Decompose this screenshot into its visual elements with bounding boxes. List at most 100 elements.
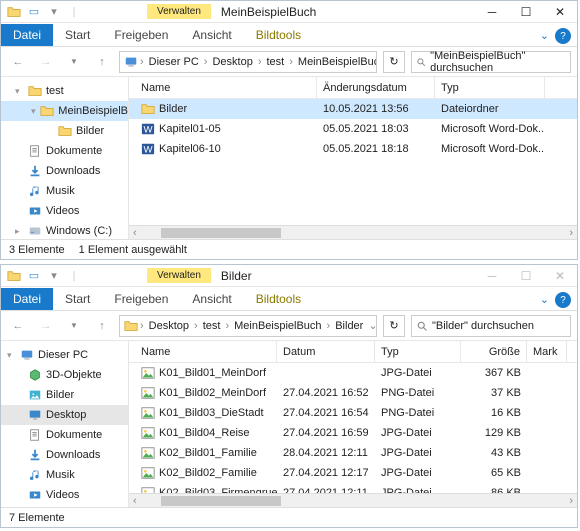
ribbon-expand-icon[interactable]: ⌄ — [534, 289, 555, 310]
search-box[interactable]: "Bilder" durchsuchen — [411, 315, 571, 337]
breadcrumb-dropdown-icon[interactable]: ⌄ — [368, 319, 377, 332]
ribbon-tab-start[interactable]: Start — [53, 24, 102, 46]
breadcrumb-segment[interactable]: Dieser PC — [146, 56, 202, 68]
titlebar[interactable]: ▭ ▾ | Verwalten MeinBeispielBuch ─ ☐ ✕ — [1, 1, 577, 23]
nav-item[interactable]: Bilder — [1, 121, 128, 141]
nav-forward-button[interactable]: → — [35, 51, 57, 73]
file-row[interactable]: K02_Bild02_Familie27.04.2021 12:17JPG-Da… — [129, 463, 577, 483]
ribbon-tab-share[interactable]: Freigeben — [102, 24, 180, 46]
breadcrumb-segment[interactable]: MeinBeispielBuch — [295, 56, 377, 68]
ribbon-tab-view[interactable]: Ansicht — [180, 24, 243, 46]
help-icon[interactable]: ? — [555, 292, 571, 308]
qat-properties-icon[interactable]: ▭ — [25, 267, 43, 285]
breadcrumb-bar[interactable]: › Desktop› test› MeinBeispielBuch› Bilde… — [119, 315, 377, 337]
nav-item-label: Dieser PC — [38, 349, 88, 361]
nav-item[interactable]: ▾MeinBeispielB — [1, 101, 128, 121]
nav-forward-button[interactable]: → — [35, 315, 57, 337]
expand-icon[interactable]: ▾ — [7, 350, 16, 361]
nav-item[interactable]: Musik — [1, 465, 128, 485]
breadcrumb-segment[interactable]: Desktop — [209, 56, 255, 68]
qat-dropdown-icon[interactable]: ▾ — [45, 267, 63, 285]
nav-item[interactable]: Desktop — [1, 405, 128, 425]
breadcrumb-segment[interactable]: Desktop — [146, 320, 192, 332]
file-list-pane: Name Datum Typ Größe Mark K01_Bild01_Mei… — [129, 341, 577, 507]
explorer-window-1: ▭ ▾ | Verwalten MeinBeispielBuch ─ ☐ ✕ D… — [0, 0, 578, 260]
ribbon-tab-share[interactable]: Freigeben — [102, 288, 180, 310]
file-row[interactable]: K02_Bild01_Familie28.04.2021 12:11JPG-Da… — [129, 443, 577, 463]
nav-back-button[interactable]: ← — [7, 51, 29, 73]
nav-item[interactable]: ▾ Dieser PC — [1, 345, 128, 365]
expand-icon[interactable]: ▾ — [31, 106, 36, 117]
file-date: 05.05.2021 18:18 — [317, 143, 435, 155]
ribbon-expand-icon[interactable]: ⌄ — [534, 25, 555, 46]
file-row[interactable]: Kapitel01-0505.05.2021 18:03Microsoft Wo… — [129, 119, 577, 139]
nav-item[interactable]: ▸Windows (C:) — [1, 505, 128, 507]
close-button[interactable]: ✕ — [543, 1, 577, 23]
nav-item[interactable]: Dokumente — [1, 141, 128, 161]
nav-item[interactable]: Dokumente — [1, 425, 128, 445]
nav-item[interactable]: 3D-Objekte — [1, 365, 128, 385]
col-date: Änderungsdatum — [317, 77, 435, 98]
breadcrumb-segment[interactable]: Bilder — [332, 320, 366, 332]
expand-icon[interactable]: ▸ — [15, 226, 24, 237]
contextual-tab-label: Verwalten — [147, 4, 211, 19]
qat-dropdown-icon[interactable]: ▾ — [45, 3, 63, 21]
qat-properties-icon[interactable]: ▭ — [25, 3, 43, 21]
nav-tree[interactable]: ▾test▾MeinBeispielBBilderDokumenteDownlo… — [1, 77, 129, 239]
file-row[interactable]: Bilder10.05.2021 13:56Dateiordner — [129, 99, 577, 119]
file-row[interactable]: Kapitel06-1005.05.2021 18:18Microsoft Wo… — [129, 139, 577, 159]
file-row[interactable]: K02_Bild03_Firmengrue...27.04.2021 12:11… — [129, 483, 577, 493]
nav-back-button[interactable]: ← — [7, 315, 29, 337]
file-date: 27.04.2021 16:54 — [277, 407, 375, 419]
nav-recent-dropdown[interactable]: ▼ — [63, 315, 85, 337]
ribbon-tab-file[interactable]: Datei — [1, 288, 53, 310]
file-date: 27.04.2021 12:17 — [277, 467, 375, 479]
nav-item[interactable]: Musik — [1, 181, 128, 201]
nav-item[interactable]: ▸Windows (C:) — [1, 221, 128, 239]
column-headers[interactable]: Name Datum Typ Größe Mark — [129, 341, 577, 363]
file-row[interactable]: K01_Bild04_Reise27.04.2021 16:59JPG-Date… — [129, 423, 577, 443]
file-row[interactable]: K01_Bild01_MeinDorfJPG-Datei367 KB — [129, 363, 577, 383]
close-button[interactable]: ✕ — [543, 265, 577, 287]
nav-item[interactable]: Downloads — [1, 161, 128, 181]
nav-up-button[interactable]: ↑ — [91, 51, 113, 73]
breadcrumb-bar[interactable]: › Dieser PC› Desktop› test› MeinBeispiel… — [119, 51, 377, 73]
horizontal-scrollbar[interactable]: ‹› — [129, 225, 577, 239]
search-placeholder: "MeinBeispielBuch" durchsuchen — [430, 50, 566, 74]
horizontal-scrollbar[interactable]: ‹› — [129, 493, 577, 507]
ribbon-tab-start[interactable]: Start — [53, 288, 102, 310]
nav-item[interactable]: Downloads — [1, 445, 128, 465]
nav-recent-dropdown[interactable]: ▼ — [63, 51, 85, 73]
nav-item[interactable]: Videos — [1, 485, 128, 505]
minimize-button[interactable]: ─ — [475, 265, 509, 287]
breadcrumb-segment[interactable]: test — [264, 56, 288, 68]
file-row[interactable]: K01_Bild03_DieStadt27.04.2021 16:54PNG-D… — [129, 403, 577, 423]
refresh-button[interactable]: ↻ — [383, 51, 405, 73]
ribbon-tab-view[interactable]: Ansicht — [180, 288, 243, 310]
file-date: 05.05.2021 18:03 — [317, 123, 435, 135]
nav-up-button[interactable]: ↑ — [91, 315, 113, 337]
expand-icon[interactable]: ▾ — [15, 86, 24, 97]
breadcrumb-segment[interactable]: test — [200, 320, 224, 332]
ribbon-tab-file[interactable]: Datei — [1, 24, 53, 46]
nav-tree[interactable]: ▾ Dieser PC 3D-ObjekteBilderDesktopDokumen… — [1, 341, 129, 507]
breadcrumb-segment[interactable]: MeinBeispielBuch — [231, 320, 324, 332]
scrollbar-thumb[interactable] — [161, 496, 281, 506]
refresh-button[interactable]: ↻ — [383, 315, 405, 337]
nav-item[interactable]: ▾test — [1, 81, 128, 101]
titlebar[interactable]: ▭ ▾ | Verwalten Bilder ─ ☐ ✕ — [1, 265, 577, 287]
maximize-button[interactable]: ☐ — [509, 265, 543, 287]
nav-item[interactable]: Bilder — [1, 385, 128, 405]
minimize-button[interactable]: ─ — [475, 1, 509, 23]
file-size: 43 KB — [461, 447, 527, 459]
nav-item[interactable]: Videos — [1, 201, 128, 221]
help-icon[interactable]: ? — [555, 28, 571, 44]
ribbon-tab-picturetools[interactable]: Bildtools — [244, 24, 313, 46]
ribbon-tab-picturetools[interactable]: Bildtools — [244, 288, 313, 310]
file-row[interactable]: K01_Bild02_MeinDorf27.04.2021 16:52PNG-D… — [129, 383, 577, 403]
window-title: MeinBeispielBuch — [221, 5, 316, 19]
scrollbar-thumb[interactable] — [161, 228, 281, 238]
maximize-button[interactable]: ☐ — [509, 1, 543, 23]
column-headers[interactable]: Name Änderungsdatum Typ — [129, 77, 577, 99]
search-box[interactable]: "MeinBeispielBuch" durchsuchen — [411, 51, 571, 73]
